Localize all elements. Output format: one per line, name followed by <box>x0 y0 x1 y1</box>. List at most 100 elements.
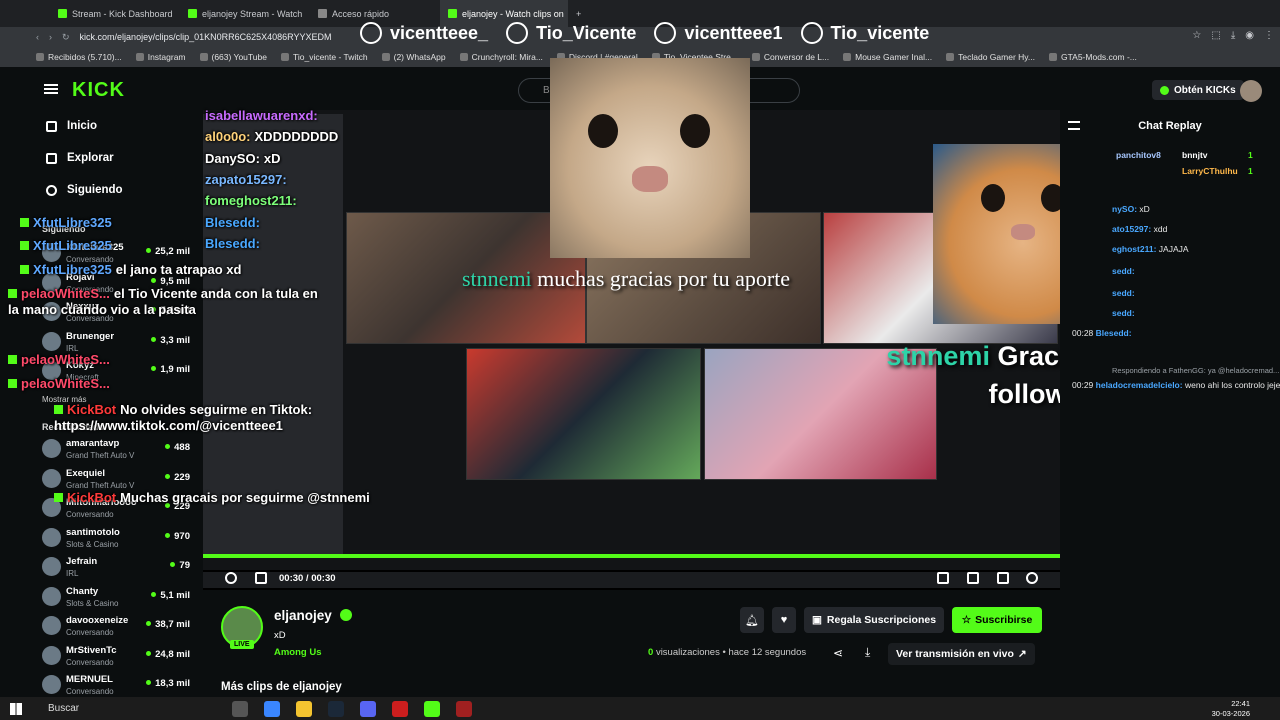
media-app-icon[interactable] <box>456 701 472 717</box>
settings-icon[interactable] <box>1026 572 1038 584</box>
bookmark-item[interactable]: Teclado Gamer Hy... <box>946 52 1035 62</box>
extensions-icon[interactable]: ⬚ <box>1211 30 1220 41</box>
sidebar-channel[interactable]: MERNUEL Conversando 18,3 mil <box>42 672 194 700</box>
bookmark-item[interactable]: Crunchyroll: Mira... <box>460 52 543 62</box>
discord-icon[interactable] <box>360 701 376 717</box>
chat-message: ato15297: xdd <box>1112 224 1167 234</box>
get-kicks-button[interactable]: Obtén KICKs <box>1152 80 1244 100</box>
tab-label: eljanojey - Watch clips on <box>462 8 564 19</box>
chat-text: xdd <box>1153 224 1168 234</box>
kick-favicon-icon <box>448 9 457 18</box>
bookmark-icon[interactable]: ☆ <box>1192 30 1201 41</box>
url-text[interactable]: kick.com/eljanojey/clips/clip_01KN0RR6C6… <box>80 32 332 42</box>
bookmark-item[interactable]: Instagram <box>136 52 186 62</box>
sidebar-item-inicio[interactable]: Inicio <box>46 120 97 132</box>
viewer-count: 24,8 mil <box>146 649 190 660</box>
subscribe-button[interactable]: ☆ Suscribirse <box>952 607 1042 633</box>
back-icon[interactable]: ‹ <box>36 32 39 43</box>
file-explorer-icon[interactable] <box>296 701 312 717</box>
fullscreen-icon[interactable] <box>997 572 1009 584</box>
bookmark-item[interactable]: Recibidos (5.710)... <box>36 52 122 62</box>
bookmark-item[interactable]: Tio_vicente - Twitch <box>281 52 368 62</box>
kick-badge-icon <box>54 493 63 502</box>
channel-name: MrStivenTc <box>66 644 117 656</box>
share-icon[interactable]: ⋖ <box>833 646 843 660</box>
cat-image-1 <box>550 58 750 258</box>
viewer-count: 79 <box>170 560 190 571</box>
sidebar-item-explorar[interactable]: Explorar <box>46 152 114 164</box>
overlay-chat-message: pelaoWhiteS... el Tio Vicente anda con la… <box>8 286 328 319</box>
progress-fill <box>203 554 1060 558</box>
task-view-icon[interactable] <box>232 701 248 717</box>
sidebar-item-label: Siguiendo <box>67 184 123 196</box>
chat-username: al0o0o: <box>205 129 251 144</box>
tab-kick-dashboard[interactable]: Stream - Kick Dashboard <box>0 0 180 27</box>
channel-name: Brunenger <box>66 330 115 342</box>
avatar <box>42 645 61 665</box>
avatar <box>42 616 61 635</box>
taskbar-search[interactable]: Buscar <box>48 703 79 714</box>
theater-icon[interactable] <box>937 572 949 584</box>
more-clips-heading: Más clips de eljanojey <box>221 681 342 693</box>
opera-icon[interactable] <box>392 701 408 717</box>
sidebar-channel[interactable]: santimotolo Slots & Casino 970 <box>42 525 194 553</box>
windows-start-icon[interactable] <box>10 702 22 715</box>
reload-icon[interactable]: ↻ <box>62 32 70 43</box>
bookmark-item[interactable]: Mouse Gamer Inal... <box>843 52 932 62</box>
alert-message: muchas gracias por tu aporte <box>537 266 791 291</box>
chat-message: nySO: xD <box>1112 204 1150 214</box>
chat-username: sedd: <box>1112 288 1135 298</box>
tab-label: Stream - Kick Dashboard <box>72 8 173 19</box>
tab-eljanojey-stream[interactable]: eljanojey Stream - Watch <box>180 0 310 27</box>
sidebar-channel[interactable]: Chanty Slots & Casino 5,1 mil <box>42 584 194 612</box>
notifications-button[interactable]: 🔔︎ <box>740 607 764 633</box>
sidebar-channel[interactable]: MrStivenTc Conversando 24,8 mil <box>42 643 194 671</box>
replay-icon[interactable] <box>225 572 237 584</box>
chat-text: el jano ta atrapao xd <box>115 262 242 277</box>
store-icon[interactable] <box>264 701 280 717</box>
sidebar-channel[interactable]: amarantavp Grand Theft Auto V 488 <box>42 436 194 464</box>
menu-icon[interactable] <box>44 84 58 94</box>
avatar[interactable] <box>1240 80 1262 102</box>
twitch-icon <box>800 22 823 44</box>
more-icon[interactable]: ⋮ <box>1264 30 1274 41</box>
mute-icon[interactable] <box>255 572 267 584</box>
download-clip-icon[interactable]: ⤓ <box>865 645 870 660</box>
avatar <box>42 468 61 488</box>
follow-button[interactable]: ♥ <box>772 607 796 633</box>
download-icon[interactable]: ⤓ <box>1231 30 1235 41</box>
gift-subs-button[interactable]: ▣ Regala Suscripciones <box>804 607 945 633</box>
kick-logo[interactable]: KICK <box>72 79 125 102</box>
profile-icon[interactable]: ◉ <box>1245 30 1254 41</box>
sidebar-item-siguiendo[interactable]: Siguiendo <box>46 184 123 196</box>
kick-app-icon[interactable] <box>424 701 440 717</box>
chat-timestamp: 00:28 <box>1072 328 1094 338</box>
taskbar-clock[interactable]: 22:41 30-03-2026 <box>1212 699 1250 719</box>
taskbar-apps <box>232 701 472 717</box>
kick-badge-icon <box>20 265 29 274</box>
bookmark-item[interactable]: (663) YouTube <box>200 52 267 62</box>
progress-bar[interactable] <box>203 554 1060 558</box>
sidebar-channel[interactable]: davooxeneize Conversando 38,7 mil <box>42 613 194 641</box>
steam-icon[interactable] <box>328 701 344 717</box>
channel-name[interactable]: eljanojey <box>274 608 332 623</box>
bookmark-item[interactable]: GTA5-Mods.com -... <box>1049 52 1137 62</box>
forward-icon[interactable]: › <box>49 32 52 43</box>
tab-label: eljanojey Stream - Watch <box>202 8 303 19</box>
leaderboard-value: 1 <box>1248 150 1253 160</box>
sidebar-channel[interactable]: Jefrain IRL 79 <box>42 554 194 582</box>
chat-username: zapato15297: <box>205 172 287 187</box>
chat-message: sedd: <box>1112 266 1135 276</box>
overlay-chat-message: fomeghost211: <box>205 193 301 209</box>
kick-badge-icon <box>8 379 17 388</box>
chat-username: sedd: <box>1112 308 1135 318</box>
chat-username: heladocremadelcielo: <box>1095 380 1183 390</box>
channel-category: Grand Theft Auto V <box>66 451 135 460</box>
category-link[interactable]: Among Us <box>274 647 322 658</box>
social-label: Tio_vicente <box>830 22 930 43</box>
watch-live-button[interactable]: Ver transmisión en vivo ↗ <box>888 643 1035 665</box>
pip-icon[interactable] <box>967 572 979 584</box>
bookmark-item[interactable]: (2) WhatsApp <box>382 52 446 62</box>
bookmark-item[interactable]: Conversor de L... <box>752 52 829 62</box>
channel-category: Conversando <box>66 628 114 637</box>
